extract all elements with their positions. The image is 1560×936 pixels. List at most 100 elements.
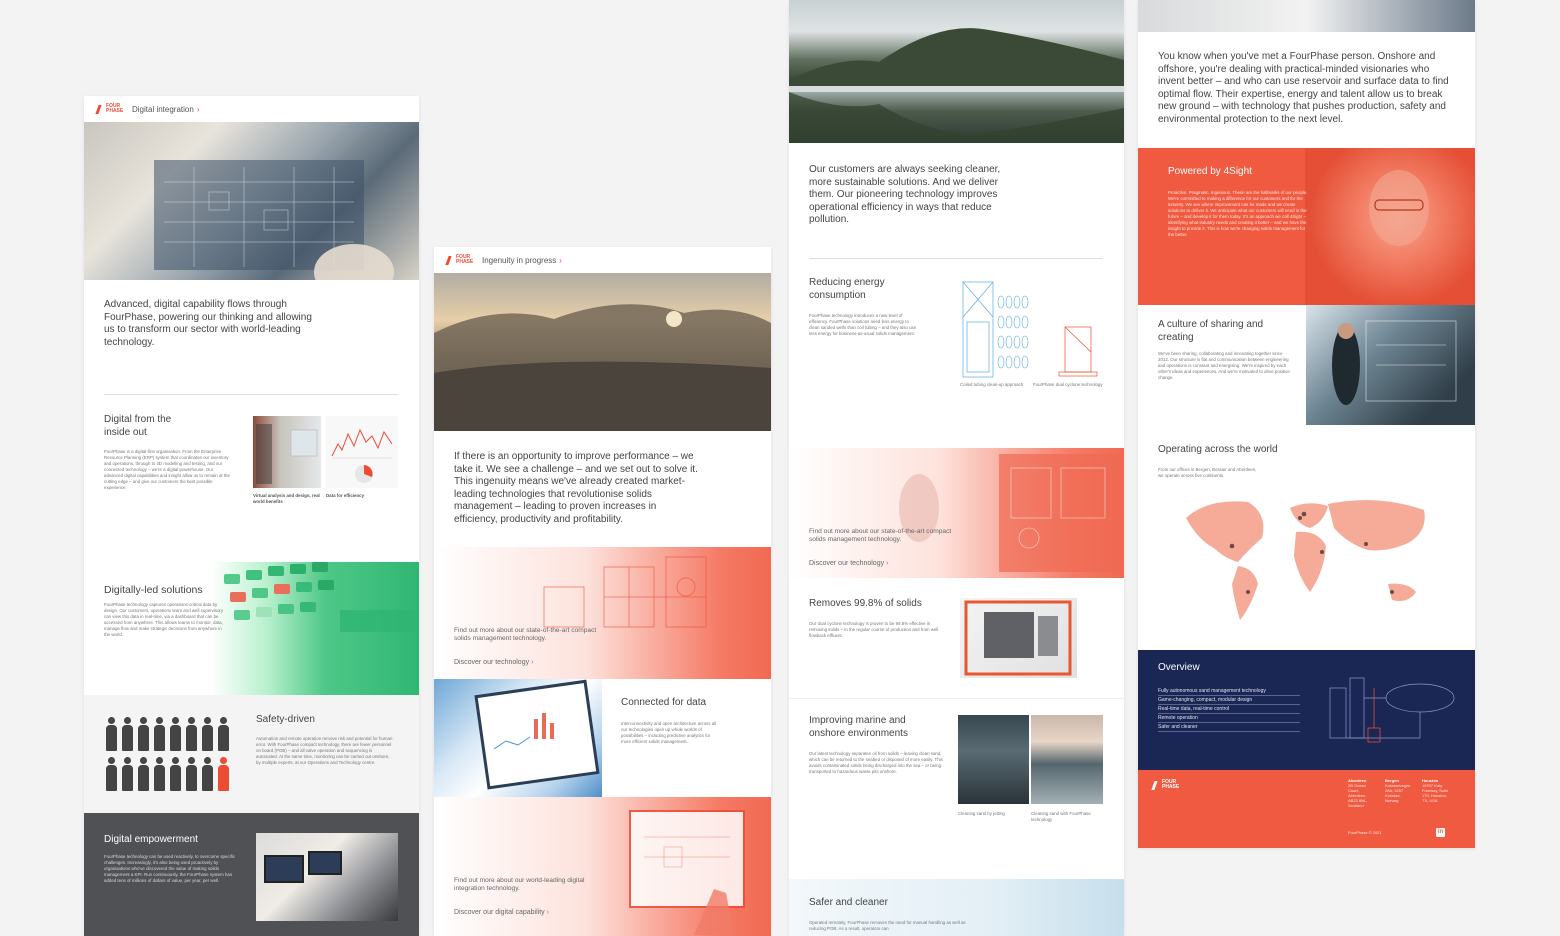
data-tile	[234, 610, 250, 620]
caption-fourphase-clean: Cleaning sand with FourPhase technology	[1031, 811, 1091, 822]
world-body: From our offices in Bergen, Bossier and …	[1158, 467, 1257, 478]
world-title: Operating across the world	[1158, 444, 1278, 455]
link-label: Discover our digital capability	[454, 909, 545, 916]
person-icon	[202, 717, 213, 751]
powered-body: Proactive. Pragmatic. Ingenious. These a…	[1168, 190, 1308, 237]
data-tile	[252, 588, 268, 598]
person-icon	[138, 717, 149, 751]
overview-title: Overview	[1158, 662, 1200, 673]
solutions-section: Digitally-led solutions FourPhase techno…	[84, 562, 419, 695]
safer-title: Safer and cleaner	[809, 897, 888, 908]
technology-promo: Find out more about our state-of-the-art…	[434, 547, 771, 679]
chevron-right-icon: ›	[531, 659, 534, 666]
team-illustration	[1332, 320, 1457, 405]
person-icon	[106, 717, 117, 751]
chevron-right-icon: ›	[546, 909, 549, 916]
logo-mark-icon	[444, 256, 454, 265]
site-footer: FOUR PHASE Aberdeen 2B Ocean Court, Aberd…	[1138, 770, 1475, 848]
office-address: Aberdeen 2B Ocean Court, Aberdeen, AB23 8…	[1348, 778, 1376, 808]
removes-title: Removes 99.8% of solids	[809, 598, 922, 609]
breadcrumb[interactable]: Ingenuity in progress ›	[482, 256, 562, 265]
divider	[104, 394, 398, 395]
hills-sunset-image	[434, 304, 771, 431]
person-icon	[122, 717, 133, 751]
data-tile	[296, 582, 312, 592]
logo-mark-icon	[1150, 781, 1160, 790]
diagram-label-fourphase: FourPhase dual cyclone technology	[1033, 382, 1103, 387]
factory-illustration	[256, 424, 318, 484]
promo-text: Find out more about our state-of-the-art…	[809, 528, 952, 543]
discover-technology-link[interactable]: Discover our technology ›	[454, 659, 533, 666]
operator-photo	[256, 833, 398, 921]
overview-section: Overview Fully autonomous sand managemen…	[1138, 650, 1475, 770]
office-lines: 10707 Katy Freeway, Suite 170, Houston, …	[1422, 783, 1449, 803]
page-people: You know when you've met a FourPhase per…	[1138, 0, 1475, 848]
caption-data-efficiency: Data for efficiency	[326, 493, 365, 498]
solutions-body: FourPhase technology captures operations…	[104, 602, 224, 637]
empowerment-section: Digital empowerment FourPhase technology…	[84, 813, 419, 936]
link-label: Discover our technology	[809, 560, 885, 567]
digital-inside-title: Digital from the inside out	[104, 414, 172, 438]
page-sustainability: Our customers are always seeking cleaner…	[789, 0, 1124, 936]
section-lead: Our customers are always seeking cleaner…	[809, 164, 1001, 226]
discover-technology-link[interactable]: Discover our technology ›	[809, 560, 888, 567]
marine-body: Our latest technology separates oil from…	[809, 751, 943, 774]
person-icon	[218, 757, 229, 791]
world-map	[1186, 500, 1425, 620]
discover-digital-link[interactable]: Discover our digital capability ›	[454, 909, 549, 916]
factory-photo	[253, 416, 321, 488]
monitor-image	[264, 855, 304, 883]
promo-text: Find out more about our state-of-the-art…	[454, 627, 597, 642]
clean-water-photo	[1031, 715, 1103, 804]
empowerment-title: Digital empowerment	[104, 834, 198, 845]
caption-virtual-analysis: Virtual analysis and design, real world …	[253, 493, 320, 504]
office-lines: Kokstadvegen 28A, 5257 Kokstad, Norway	[1385, 783, 1411, 803]
linkedin-icon[interactable]: in	[1436, 828, 1445, 837]
removes-body: Our dual cyclone technology is proven to…	[809, 621, 939, 638]
energy-body: FourPhase technology introduces a new le…	[809, 313, 917, 336]
monitor-image	[308, 851, 342, 875]
engineering-screen-image	[154, 160, 394, 280]
breadcrumb[interactable]: Digital integration ›	[132, 105, 199, 114]
digital-promo: Find out more about our world-leading di…	[434, 797, 771, 936]
footer-logo[interactable]: FOUR PHASE	[1150, 780, 1179, 790]
marine-title: Improving marine and onshore environment…	[809, 715, 908, 739]
equipment-diagrams	[962, 281, 1098, 378]
person-icon	[106, 757, 117, 791]
safer-section: Safer and cleaner Operated remotely, Fou…	[789, 879, 1124, 936]
culture-body: We've been sharing, collaborating and in…	[1158, 351, 1290, 380]
overview-item: Real-time data, real-time control	[1158, 706, 1300, 714]
fourphase-logo[interactable]: FOUR PHASE	[444, 255, 473, 265]
skid-photo	[960, 598, 1077, 678]
polluted-water-photo	[958, 715, 1029, 804]
data-tile	[278, 604, 294, 614]
link-label: Discover our technology	[454, 659, 530, 666]
digital-inside-body: FourPhase is a digital-first organisatio…	[104, 449, 230, 490]
overview-item: Fully autonomous sand management technol…	[1158, 688, 1300, 696]
person-icon	[170, 717, 181, 751]
data-tile	[290, 564, 306, 574]
page-ingenuity: FOUR PHASE Ingenuity in progress › If the…	[434, 247, 771, 936]
connected-section: Connected for data Interconnectivity and…	[434, 679, 771, 797]
overview-item: Safer and cleaner	[1158, 724, 1300, 732]
logo-mark-icon	[94, 105, 104, 114]
efficiency-chart-graphic	[331, 428, 393, 483]
data-tile	[340, 610, 419, 632]
divider	[809, 258, 1103, 259]
breadcrumb-label: Ingenuity in progress	[482, 255, 557, 265]
person-icon	[154, 717, 165, 751]
culture-section: A culture of sharing and creating We've …	[1138, 305, 1475, 425]
fourphase-logo[interactable]: FOUR PHASE	[94, 104, 123, 114]
person-icon	[218, 717, 229, 751]
data-tile	[246, 570, 262, 580]
overview-item: Game-changing, compact, modular design	[1158, 697, 1300, 705]
person-icon	[186, 757, 197, 791]
connected-title: Connected for data	[621, 697, 707, 708]
divider	[789, 698, 1124, 699]
powered-title: Powered by 4Sight	[1168, 166, 1252, 177]
person-icon	[202, 757, 213, 791]
safety-section: Safety-driven Automation and remote oper…	[84, 695, 419, 813]
system-diagram	[1329, 677, 1455, 743]
person-icon	[122, 757, 133, 791]
connected-body: Interconnectivity and open architecture …	[621, 721, 717, 744]
